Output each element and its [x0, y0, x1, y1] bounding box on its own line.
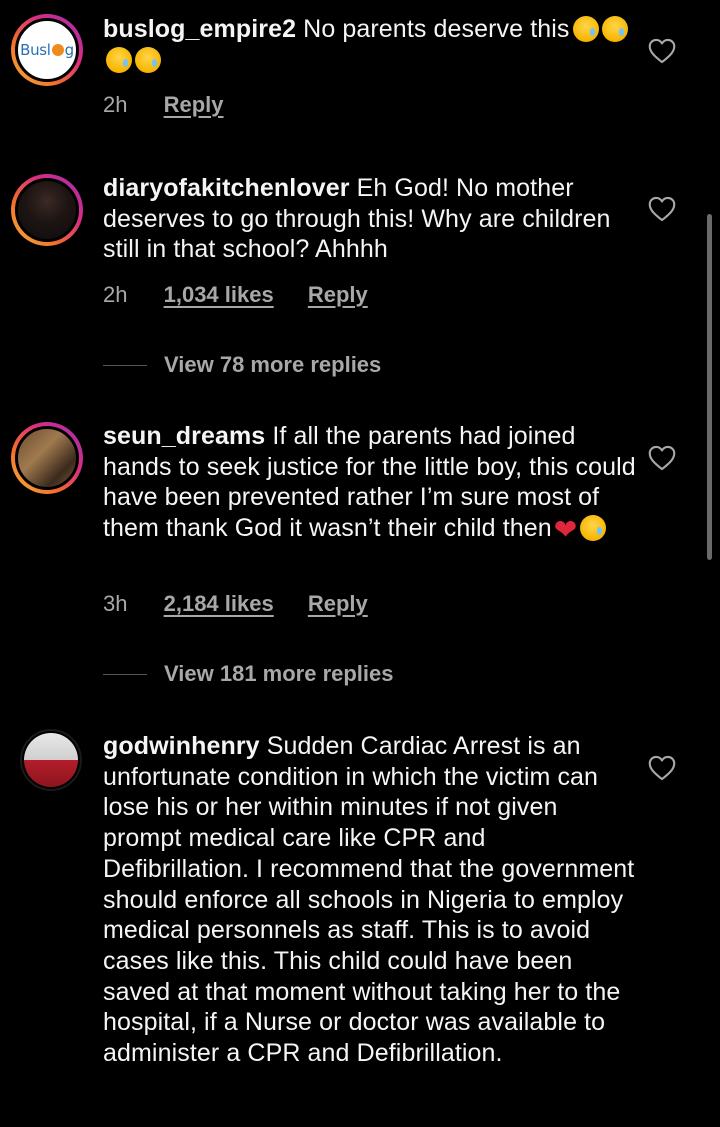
avatar[interactable] [11, 174, 83, 246]
profile-photo [15, 426, 79, 490]
broken-heart-emoji: ❤ [553, 513, 578, 547]
likes-count[interactable]: 2,184 likes [164, 591, 274, 617]
buslog-logo: Busl g [15, 18, 79, 82]
avatar[interactable] [11, 422, 83, 494]
view-replies-label[interactable]: View 78 more replies [164, 352, 381, 378]
comment-body: diaryofakitchenlover Eh God! No mother d… [103, 173, 638, 265]
logo-text: Busl g [20, 41, 74, 59]
crying-face-emoji [572, 16, 599, 42]
likes-count[interactable]: 1,034 likes [164, 282, 274, 308]
divider [103, 673, 147, 675]
profile-photo [15, 178, 79, 242]
comment-text: Sudden Cardiac Arrest is an unfortunate … [103, 732, 635, 1068]
divider [103, 364, 147, 366]
comment-username[interactable]: buslog_empire2 [103, 15, 296, 43]
crying-face-emoji [135, 46, 161, 73]
comment-username[interactable]: godwinhenry [103, 732, 260, 760]
comment-meta: 2h Reply [103, 92, 252, 118]
loudly-crying-face-emoji [580, 515, 607, 542]
crying-face-emoji [106, 46, 132, 73]
view-more-replies[interactable]: View 181 more replies [103, 659, 394, 689]
comment-meta: 2h 1,034 likes Reply [103, 282, 396, 308]
comment-body: buslog_empire2 No parents deserve this [103, 14, 638, 75]
comment-body: seun_dreams If all the parents had joine… [103, 421, 638, 546]
reply-button[interactable]: Reply [308, 282, 368, 308]
heart-outline-icon[interactable] [648, 755, 676, 781]
logo-mark [51, 44, 64, 56]
crying-face-emoji [601, 16, 628, 42]
comment-time: 3h [103, 591, 128, 616]
reply-button[interactable]: Reply [164, 92, 224, 118]
view-more-replies[interactable]: View 78 more replies [103, 350, 381, 380]
comment-meta: 3h 2,184 likes Reply [103, 591, 396, 617]
avatar[interactable]: Busl g [11, 14, 83, 86]
scrollbar[interactable] [707, 214, 712, 560]
heart-outline-icon[interactable] [648, 196, 676, 222]
heart-outline-icon[interactable] [648, 445, 676, 471]
comment-time: 2h [103, 282, 128, 307]
profile-photo [24, 733, 78, 787]
view-replies-label[interactable]: View 181 more replies [164, 661, 394, 687]
comment-username[interactable]: diaryofakitchenlover [103, 174, 350, 202]
comment-body: godwinhenry Sudden Cardiac Arrest is an … [103, 731, 638, 1069]
comment-username[interactable]: seun_dreams [103, 422, 265, 450]
avatar[interactable] [20, 729, 82, 791]
heart-outline-icon[interactable] [648, 38, 676, 64]
comment-text: No parents deserve this [303, 15, 570, 43]
comment-time: 2h [103, 92, 128, 117]
reply-button[interactable]: Reply [308, 591, 368, 617]
